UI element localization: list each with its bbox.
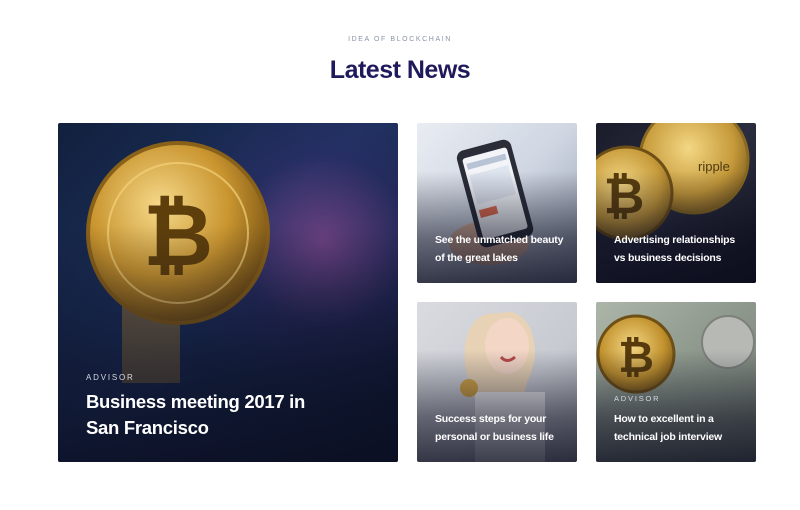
news-card-advertising[interactable]: ripple ₿ Advertising relationships vs bu… [596, 123, 756, 283]
card-category: ADVISOR [86, 373, 135, 382]
news-card-success[interactable]: Success steps for your personal or busin… [417, 302, 577, 462]
card-title[interactable]: See the unmatched beauty of the great la… [435, 231, 565, 267]
card-title[interactable]: Advertising relationships vs business de… [614, 231, 744, 267]
section-eyebrow: IDEA OF BLOCKCHAIN [348, 36, 452, 43]
card-title[interactable]: Success steps for your personal or busin… [435, 410, 565, 446]
section-title: Latest News [329, 56, 471, 84]
news-card-interview[interactable]: ₿ ADVISOR How to excellent in a technica… [596, 302, 756, 462]
news-card-lakes[interactable]: See the unmatched beauty of the great la… [417, 123, 577, 283]
news-card-featured[interactable]: ₿ ADVISOR Business meeting 2017 in San F… [58, 123, 398, 462]
card-category: ADVISOR [614, 394, 661, 403]
card-title[interactable]: How to excellent in a technical job inte… [614, 410, 744, 446]
card-title[interactable]: Business meeting 2017 in San Francisco [86, 389, 336, 441]
